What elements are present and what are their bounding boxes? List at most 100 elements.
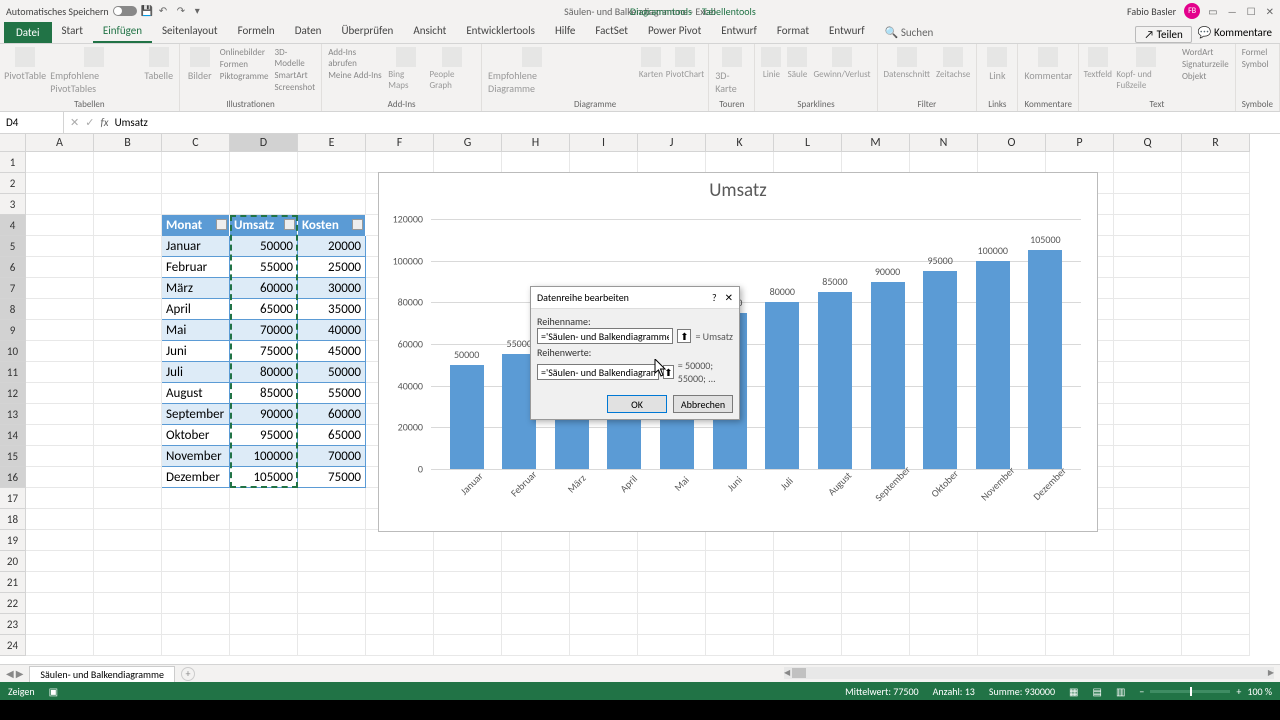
cell[interactable]: [230, 572, 298, 593]
cell[interactable]: [910, 614, 978, 635]
cell[interactable]: [910, 530, 978, 551]
cell[interactable]: [162, 152, 230, 173]
cell[interactable]: [26, 341, 94, 362]
cell[interactable]: [978, 593, 1046, 614]
table-cell[interactable]: 75000: [298, 467, 366, 488]
cell[interactable]: [230, 614, 298, 635]
scroll-left-icon[interactable]: ◀: [784, 668, 790, 678]
row-header[interactable]: 22: [0, 593, 26, 614]
cancel-button[interactable]: Abbrechen: [673, 395, 733, 413]
sheet-nav-prev-icon[interactable]: ◀: [6, 667, 14, 680]
cell[interactable]: [162, 530, 230, 551]
symbol-button[interactable]: Symbol: [1242, 59, 1269, 70]
cell[interactable]: [94, 425, 162, 446]
table-cell[interactable]: 50000: [230, 236, 298, 257]
pivotchart-button[interactable]: PivotChart: [668, 47, 703, 80]
cell[interactable]: [638, 635, 706, 656]
cell[interactable]: [162, 488, 230, 509]
cell[interactable]: [230, 551, 298, 572]
cell[interactable]: [162, 572, 230, 593]
worksheet[interactable]: ABCDEFGHIJKLMNOPQR 123456789101112131415…: [0, 134, 1280, 664]
cell[interactable]: [26, 320, 94, 341]
cell[interactable]: [1114, 488, 1182, 509]
column-header[interactable]: J: [638, 134, 706, 152]
cell[interactable]: [162, 551, 230, 572]
range-picker-icon[interactable]: ⬆: [663, 365, 674, 379]
cell[interactable]: [706, 572, 774, 593]
header-footer-button[interactable]: Kopf- und Fußzeile: [1116, 47, 1176, 91]
cell[interactable]: [1046, 551, 1114, 572]
cell[interactable]: [570, 593, 638, 614]
table-cell[interactable]: Juni: [162, 341, 230, 362]
table-cell[interactable]: 20000: [298, 236, 366, 257]
cell[interactable]: [26, 530, 94, 551]
cell[interactable]: [1182, 215, 1250, 236]
cell[interactable]: [94, 614, 162, 635]
cell[interactable]: [230, 152, 298, 173]
chart-type-icon[interactable]: [600, 47, 616, 59]
cell[interactable]: [1114, 362, 1182, 383]
table-cell[interactable]: 55000: [298, 383, 366, 404]
column-header[interactable]: D: [230, 134, 298, 152]
tab-daten[interactable]: Daten: [285, 20, 332, 43]
column-header[interactable]: C: [162, 134, 230, 152]
tab-seitenlayout[interactable]: Seitenlayout: [152, 20, 228, 43]
link-button[interactable]: Link: [983, 47, 1011, 82]
table-cell[interactable]: 95000: [230, 425, 298, 446]
cell[interactable]: [26, 362, 94, 383]
tab-start[interactable]: Start: [52, 20, 93, 43]
cell[interactable]: [842, 572, 910, 593]
cell[interactable]: [978, 572, 1046, 593]
select-all-corner[interactable]: [0, 134, 26, 152]
icons-button[interactable]: Piktogramme: [220, 71, 269, 82]
cell[interactable]: [706, 614, 774, 635]
table-cell[interactable]: 45000: [298, 341, 366, 362]
table-cell[interactable]: März: [162, 278, 230, 299]
comment-button[interactable]: Kommentar: [1024, 47, 1072, 82]
cell[interactable]: [706, 593, 774, 614]
cell[interactable]: [298, 530, 366, 551]
cell[interactable]: [706, 530, 774, 551]
cell[interactable]: [298, 194, 366, 215]
cell[interactable]: [94, 257, 162, 278]
textbox-button[interactable]: Textfeld: [1085, 47, 1110, 80]
cell[interactable]: [366, 152, 434, 173]
3d-models-button[interactable]: 3D-Modelle: [275, 47, 316, 69]
scroll-right-icon[interactable]: ▶: [1268, 668, 1274, 678]
cell[interactable]: [434, 551, 502, 572]
row-header[interactable]: 9: [0, 320, 26, 341]
column-header[interactable]: K: [706, 134, 774, 152]
row-header[interactable]: 17: [0, 488, 26, 509]
view-normal-icon[interactable]: ▦: [1069, 685, 1078, 698]
cell[interactable]: [1114, 446, 1182, 467]
cell[interactable]: [978, 551, 1046, 572]
table-cell[interactable]: 60000: [230, 278, 298, 299]
equation-button[interactable]: Formel: [1242, 47, 1269, 58]
cell[interactable]: [162, 173, 230, 194]
cell[interactable]: [1114, 152, 1182, 173]
sparkline-winloss-button[interactable]: Gewinn/Verlust: [813, 47, 870, 80]
row-header[interactable]: 12: [0, 383, 26, 404]
cell[interactable]: [366, 593, 434, 614]
autosave-toggle[interactable]: [113, 6, 137, 16]
chart-type-icon[interactable]: [618, 47, 634, 59]
cell[interactable]: [94, 278, 162, 299]
cell[interactable]: [570, 614, 638, 635]
row-header[interactable]: 24: [0, 635, 26, 656]
cell[interactable]: [298, 173, 366, 194]
cell[interactable]: [26, 278, 94, 299]
cell[interactable]: [1114, 593, 1182, 614]
cell[interactable]: [1182, 173, 1250, 194]
cell[interactable]: [26, 236, 94, 257]
cell[interactable]: [638, 614, 706, 635]
cell[interactable]: [94, 509, 162, 530]
cancel-formula-icon[interactable]: ✕: [70, 116, 79, 129]
filter-icon[interactable]: [216, 219, 227, 230]
column-header[interactable]: R: [1182, 134, 1250, 152]
table-cell[interactable]: 70000: [230, 320, 298, 341]
shapes-button[interactable]: Formen: [220, 59, 269, 70]
chart-type-icon[interactable]: [600, 61, 616, 73]
column-header[interactable]: H: [502, 134, 570, 152]
cell[interactable]: [1182, 404, 1250, 425]
cell[interactable]: [774, 593, 842, 614]
